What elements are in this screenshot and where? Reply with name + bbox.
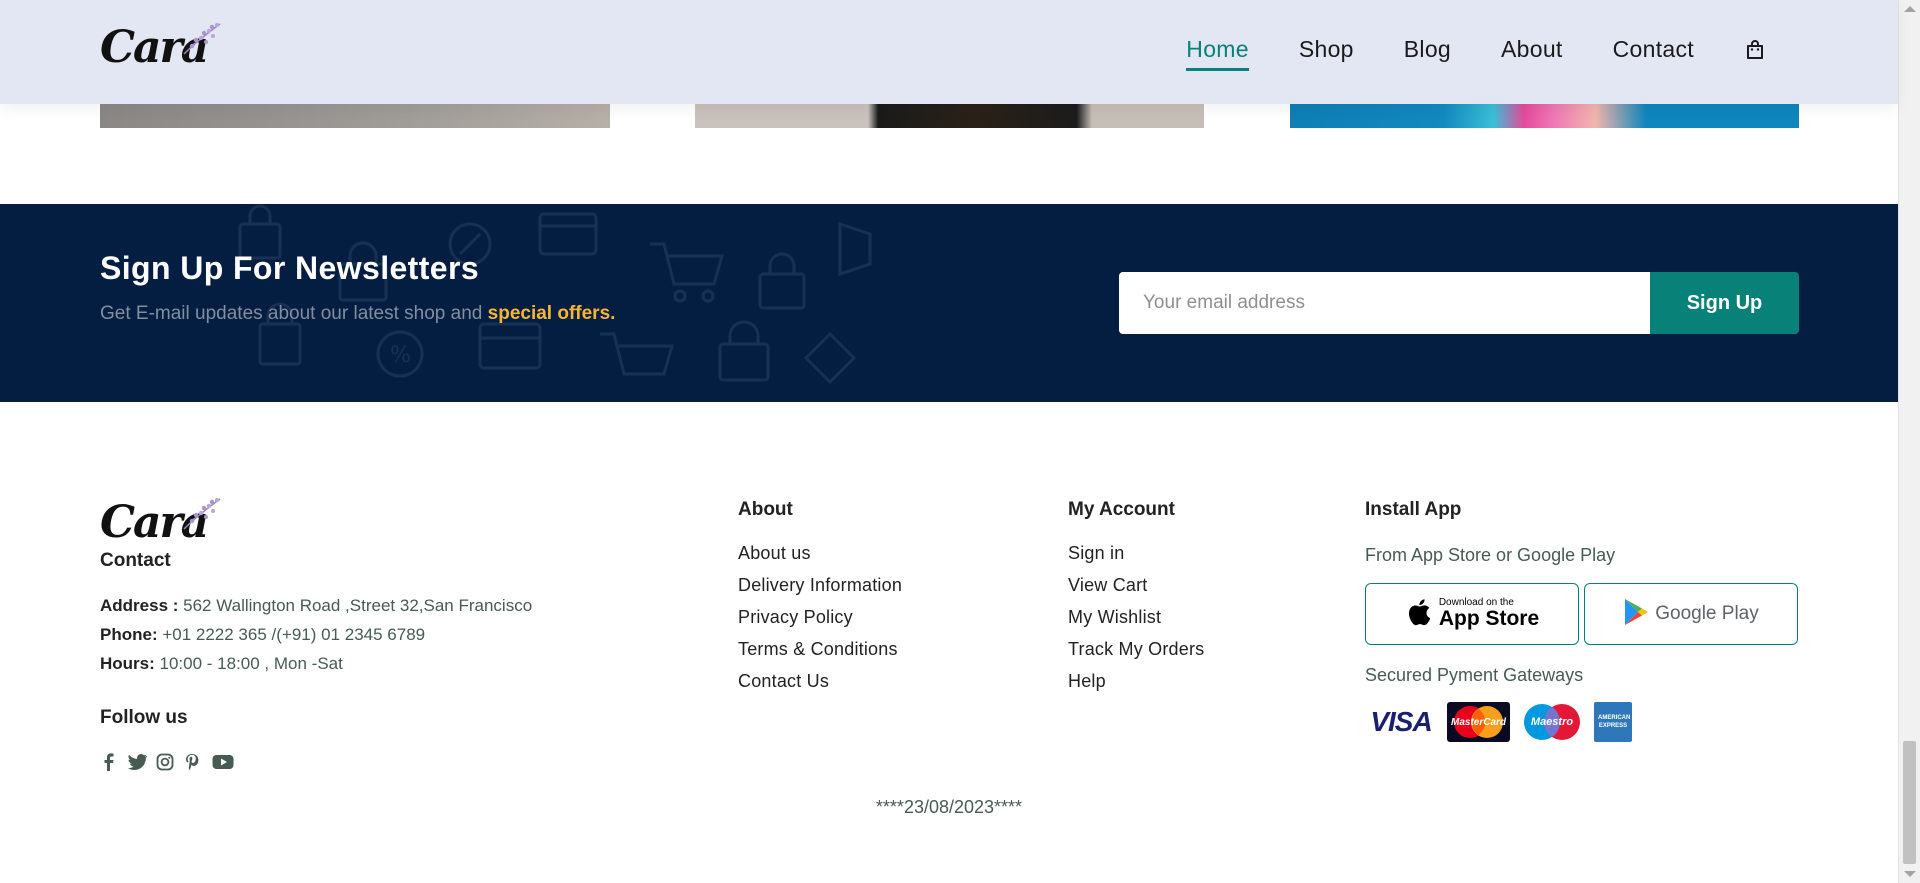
account-column: My Account Sign in View Cart My Wishlist… — [1068, 499, 1204, 703]
address-line: Address : 562 Wallington Road ,Street 32… — [100, 596, 532, 616]
link-my-wishlist[interactable]: My Wishlist — [1068, 607, 1204, 628]
about-heading: About — [738, 499, 793, 520]
install-app-subtitle: From App Store or Google Play — [1365, 545, 1616, 565]
maestro-logo: Maestro — [1520, 702, 1584, 742]
link-sign-in[interactable]: Sign in — [1068, 543, 1204, 564]
nav-about[interactable]: About — [1501, 36, 1563, 63]
hours-label: Hours: — [100, 654, 155, 673]
payment-logos: VISA MasterCard Maestro AMERICAN EXPRESS — [1365, 702, 1805, 742]
twitter-icon[interactable] — [128, 753, 147, 771]
follow-heading: Follow us — [100, 707, 188, 728]
link-delivery-information[interactable]: Delivery Information — [738, 575, 902, 596]
social-links — [100, 753, 234, 771]
payment-gateways-label: Secured Pyment Gateways — [1365, 665, 1584, 685]
site-header: Cara Home Shop Blog About Contact — [0, 0, 1898, 104]
phone-label: Phone: — [100, 625, 158, 644]
install-app-column: Install App From App Store or Google Pla… — [1365, 499, 1805, 742]
visa-logo: VISA — [1370, 706, 1432, 737]
footer-date: ****23/08/2023**** — [875, 797, 1023, 817]
newsletter-section: % Sign Up For Newsletters Get E-mail upd… — [0, 204, 1898, 402]
contact-heading: Contact — [100, 550, 171, 571]
nav-blog[interactable]: Blog — [1404, 36, 1451, 63]
nav-contact[interactable]: Contact — [1613, 36, 1694, 63]
newsletter-subtitle: Get E-mail updates about our latest shop… — [100, 303, 615, 325]
main-nav: Home Shop Blog About Contact — [1136, 36, 1766, 71]
google-play-button[interactable]: Google Play — [1584, 583, 1798, 645]
google-play-icon — [1623, 598, 1649, 630]
address-label: Address : — [100, 596, 179, 615]
app-store-buttons: Download on the App Store Google Play — [1365, 583, 1805, 645]
banner-image-2 — [695, 104, 1204, 128]
app-store-button[interactable]: Download on the App Store — [1365, 583, 1579, 645]
link-track-orders[interactable]: Track My Orders — [1068, 639, 1204, 660]
banner-image-1 — [100, 104, 610, 128]
about-column: About About us Delivery Information Priv… — [738, 499, 902, 703]
shopping-bag-icon[interactable] — [1744, 39, 1766, 61]
instagram-icon[interactable] — [156, 753, 174, 771]
link-contact-us[interactable]: Contact Us — [738, 671, 902, 692]
google-play-text: Google Play — [1655, 603, 1759, 624]
hours-line: Hours: 10:00 - 18:00 , Mon -Sat — [100, 654, 343, 674]
logo[interactable]: Cara — [100, 18, 230, 80]
phone-line: Phone: +01 2222 365 /(+91) 01 2345 6789 — [100, 625, 425, 645]
site-footer: Cara Contact Address : 562 Wallington Ro… — [0, 402, 1898, 883]
youtube-icon[interactable] — [212, 753, 234, 771]
apple-icon — [1405, 597, 1431, 631]
pinterest-icon[interactable] — [184, 753, 202, 771]
banner-image-3 — [1290, 104, 1799, 128]
scroll-down-icon[interactable] — [1904, 871, 1916, 877]
lavender-sprig-icon — [183, 23, 221, 55]
mastercard-logo: MasterCard — [1447, 702, 1510, 742]
link-help[interactable]: Help — [1068, 671, 1204, 692]
lavender-sprig-icon — [183, 498, 221, 530]
link-view-cart[interactable]: View Cart — [1068, 575, 1204, 596]
page-scrollbar[interactable] — [1898, 0, 1920, 883]
svg-text:%: % — [390, 343, 411, 368]
newsletter-form: Sign Up — [1119, 272, 1799, 334]
link-privacy-policy[interactable]: Privacy Policy — [738, 607, 902, 628]
phone-value: +01 2222 365 /(+91) 01 2345 6789 — [157, 625, 426, 644]
footer-logo[interactable]: Cara — [100, 497, 230, 553]
scrollbar-thumb[interactable] — [1903, 741, 1916, 864]
hours-value: 10:00 - 18:00 , Mon -Sat — [154, 654, 343, 673]
link-terms-conditions[interactable]: Terms & Conditions — [738, 639, 902, 660]
address-value: 562 Wallington Road ,Street 32,San Franc… — [178, 596, 533, 615]
newsletter-subtitle-text: Get E-mail updates about our latest shop… — [100, 303, 488, 324]
newsletter-title: Sign Up For Newsletters — [100, 250, 480, 286]
nav-home[interactable]: Home — [1186, 36, 1249, 71]
amex-logo: AMERICAN EXPRESS — [1594, 702, 1632, 742]
scroll-up-icon[interactable] — [1904, 6, 1916, 12]
sign-up-button[interactable]: Sign Up — [1650, 272, 1799, 334]
account-heading: My Account — [1068, 499, 1175, 520]
newsletter-subtitle-highlight: special offers. — [487, 303, 616, 324]
nav-shop[interactable]: Shop — [1299, 36, 1354, 63]
facebook-icon[interactable] — [100, 753, 118, 771]
email-input[interactable] — [1119, 272, 1650, 334]
link-about-us[interactable]: About us — [738, 543, 902, 564]
install-app-heading: Install App — [1365, 499, 1462, 520]
app-store-big-text: App Store — [1438, 607, 1540, 630]
